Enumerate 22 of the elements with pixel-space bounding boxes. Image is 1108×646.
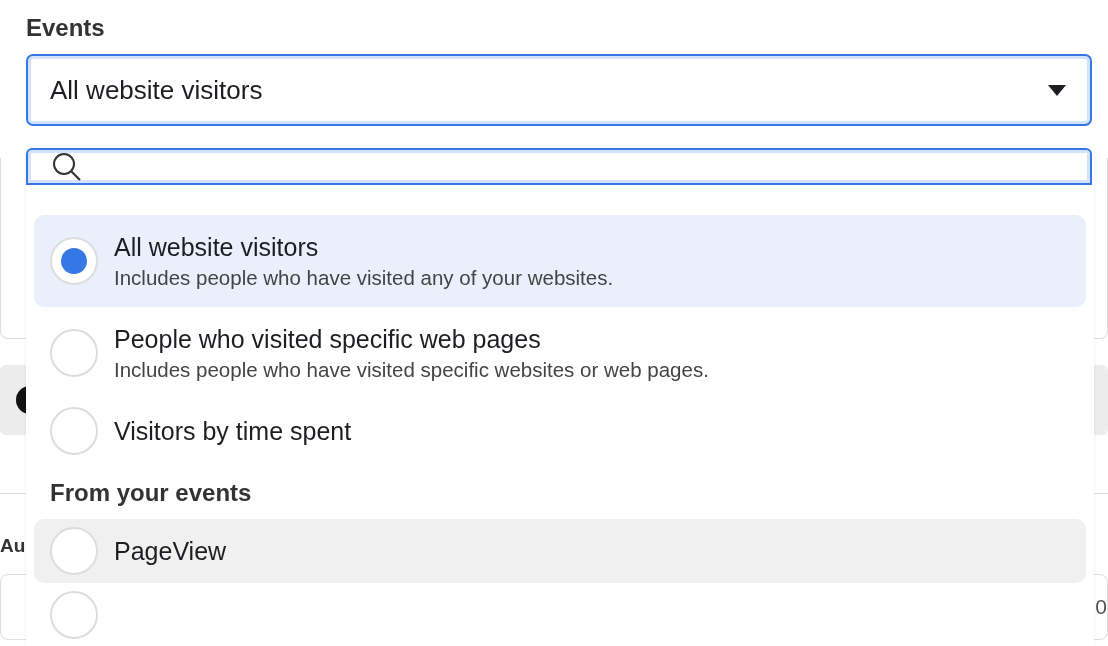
radio-button[interactable] [50, 237, 98, 285]
radio-button[interactable] [50, 329, 98, 377]
option-title: People who visited specific web pages [114, 324, 542, 354]
option-description: Includes people who have visited specific websites or web pages. [114, 357, 709, 382]
option-title: PageView [114, 536, 227, 566]
option-row[interactable]: All website visitors Includes people who have visited any of your websites. [34, 215, 1086, 307]
option-row[interactable]: PageView [34, 519, 1086, 583]
search-field[interactable] [26, 148, 1092, 185]
field-label: Events [26, 14, 106, 42]
radio-button[interactable] [50, 527, 98, 575]
radio-button[interactable] [50, 591, 98, 639]
option-row[interactable]: People who visited specific web pages Includes people who have visited specific websites or web pages. [34, 307, 1086, 399]
search-icon [52, 151, 82, 182]
caret-icon [1048, 84, 1066, 96]
option-description: Includes people who have visited any of your websites. [114, 265, 614, 290]
radio-button[interactable] [50, 407, 98, 455]
field-label: Au [0, 534, 26, 558]
option-title: All website visitors [114, 232, 320, 262]
option-row[interactable]: Visitors by time spent [34, 399, 1086, 463]
section-header: From your events [49, 478, 253, 508]
events-select[interactable]: All website visitors [26, 54, 1092, 126]
option-title: Visitors by time spent [114, 416, 352, 446]
